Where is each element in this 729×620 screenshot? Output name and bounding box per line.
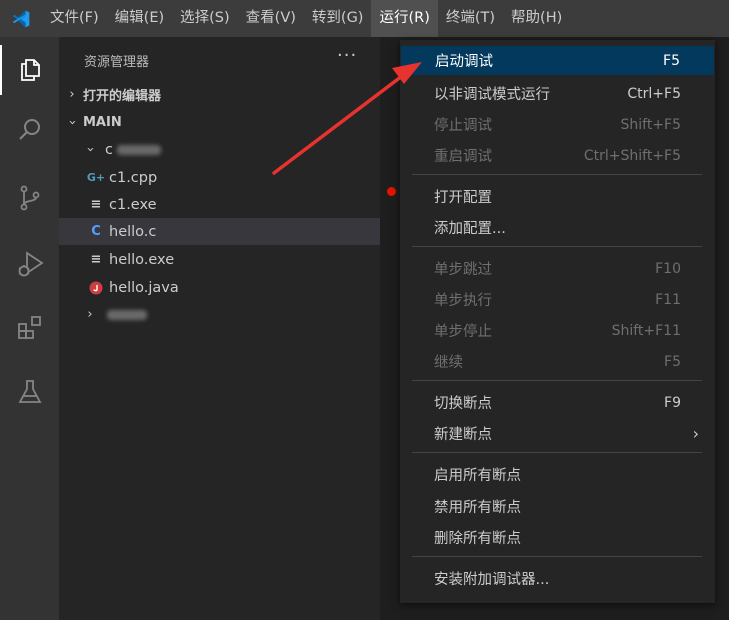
menu-view[interactable]: 查看(V) [238, 0, 304, 37]
menu-item-new-breakpoint[interactable]: 新建断点 › [400, 419, 715, 448]
menu-selection[interactable]: 选择(S) [172, 0, 238, 37]
menu-run[interactable]: 运行(R) [371, 0, 438, 37]
file-name: hello.c [109, 223, 157, 240]
file-row-selected[interactable]: C hello.c [59, 218, 380, 245]
workspace-section[interactable]: › MAIN [59, 109, 380, 136]
menu-item-label: 禁用所有断点 [434, 500, 521, 516]
chevron-right-icon: › [69, 87, 75, 102]
sidebar-title: 资源管理器 [84, 55, 150, 70]
menu-separator [412, 380, 702, 381]
menu-item-add-config[interactable]: 添加配置... [400, 213, 715, 242]
file-row[interactable]: ≡ c1.exe [59, 191, 380, 218]
menu-terminal[interactable]: 终端(T) [438, 0, 503, 37]
shortcut-label: Ctrl+F5 [627, 85, 681, 102]
folder-label: c [105, 141, 113, 158]
chevron-right-icon: › [692, 424, 699, 443]
shortcut-label: Shift+F5 [620, 116, 681, 133]
menu-item-continue: 继续 F5 [400, 347, 715, 376]
menu-item-label: 添加配置... [434, 221, 506, 237]
redacted-text [107, 309, 147, 320]
more-actions-icon[interactable]: ··· [337, 45, 357, 66]
menu-item-disable-all-breakpoints[interactable]: 禁用所有断点 [400, 492, 715, 521]
menu-item-toggle-breakpoint[interactable]: 切换断点 F9 [400, 388, 715, 417]
file-name: c1.cpp [109, 169, 158, 186]
extensions-icon[interactable] [0, 303, 59, 353]
shortcut-label: F5 [663, 52, 680, 69]
c-file-icon: C [91, 224, 101, 239]
folder-row-collapsed[interactable]: › [59, 301, 380, 328]
file-row[interactable]: hello.java [59, 274, 380, 301]
source-control-icon[interactable] [0, 173, 59, 223]
testing-flask-icon[interactable] [0, 367, 59, 417]
menu-item-label: 单步执行 [434, 293, 492, 309]
chevron-down-icon: › [82, 146, 98, 153]
menu-item-step-into: 单步执行 F11 [400, 285, 715, 314]
open-editors-section[interactable]: › 打开的编辑器 [59, 81, 380, 108]
redacted-text [116, 144, 161, 155]
menu-separator [412, 452, 702, 453]
folder-row[interactable]: › c [59, 136, 380, 163]
menu-item-label: 重启调试 [434, 149, 492, 165]
menu-go[interactable]: 转到(G) [304, 0, 372, 37]
explorer-icon[interactable] [0, 45, 59, 95]
menu-item-label: 以非调试模式运行 [434, 87, 550, 103]
menu-item-label: 单步跳过 [434, 262, 492, 278]
file-name: hello.java [109, 279, 179, 296]
open-editors-label: 打开的编辑器 [83, 89, 162, 104]
menu-edit[interactable]: 编辑(E) [107, 0, 172, 37]
menu-item-restart-debugging: 重启调试 Ctrl+Shift+F5 [400, 141, 715, 170]
activity-bar [0, 37, 59, 620]
breakpoint-dot-icon[interactable] [387, 187, 396, 196]
menu-item-step-out: 单步停止 Shift+F11 [400, 316, 715, 345]
exe-file-icon: ≡ [90, 197, 102, 212]
shortcut-label: F9 [664, 394, 681, 411]
menu-help[interactable]: 帮助(H) [503, 0, 570, 37]
shortcut-label: F10 [655, 260, 681, 277]
menu-item-open-config[interactable]: 打开配置 [400, 182, 715, 211]
menu-file[interactable]: 文件(F) [42, 0, 107, 37]
cpp-file-icon: G+ [86, 171, 106, 184]
vscode-logo-icon [0, 0, 42, 37]
file-name: c1.exe [109, 196, 157, 213]
menu-item-label: 单步停止 [434, 324, 492, 340]
menu-bar: 文件(F) 编辑(E) 选择(S) 查看(V) 转到(G) 运行(R) 终端(T… [0, 0, 729, 37]
file-name: hello.exe [109, 251, 175, 268]
workspace-label: MAIN [83, 115, 122, 130]
shortcut-label: F5 [664, 353, 681, 370]
menu-item-stop-debugging: 停止调试 Shift+F5 [400, 110, 715, 139]
chevron-right-icon: › [87, 307, 93, 322]
run-debug-icon[interactable] [0, 239, 59, 289]
menu-item-label: 启用所有断点 [434, 468, 521, 484]
menu-item-label: 打开配置 [434, 190, 492, 206]
menu-item-label: 删除所有断点 [434, 531, 521, 547]
menu-item-label: 停止调试 [434, 118, 492, 134]
menu-item-run-without-debugging[interactable]: 以非调试模式运行 Ctrl+F5 [400, 79, 715, 108]
menu-item-label: 继续 [434, 355, 463, 371]
menu-item-label: 启动调试 [435, 54, 493, 70]
run-menu-dropdown: 启动调试 F5 以非调试模式运行 Ctrl+F5 停止调试 Shift+F5 重… [400, 40, 715, 603]
shortcut-label: F11 [655, 291, 681, 308]
shortcut-label: Shift+F11 [611, 322, 681, 339]
file-row[interactable]: G+ c1.cpp [59, 164, 380, 191]
menu-separator [412, 246, 702, 247]
menu-item-label: 新建断点 [434, 427, 492, 443]
menu-item-start-debugging[interactable]: 启动调试 F5 [401, 46, 714, 75]
menu-item-step-over: 单步跳过 F10 [400, 254, 715, 283]
menu-item-enable-all-breakpoints[interactable]: 启用所有断点 [400, 460, 715, 489]
menu-separator [412, 556, 702, 557]
shortcut-label: Ctrl+Shift+F5 [583, 147, 681, 164]
menu-item-install-debuggers[interactable]: 安装附加调试器... [400, 564, 715, 593]
menu-item-remove-all-breakpoints[interactable]: 删除所有断点 [400, 523, 715, 552]
search-icon[interactable] [0, 105, 59, 155]
exe-file-icon: ≡ [90, 252, 102, 267]
chevron-down-icon: › [64, 119, 80, 126]
menu-item-label: 安装附加调试器... [434, 572, 550, 588]
file-row[interactable]: ≡ hello.exe [59, 246, 380, 273]
menu-separator [412, 174, 702, 175]
menu-item-label: 切换断点 [434, 396, 492, 412]
explorer-sidebar: 资源管理器 ··· › 打开的编辑器 › MAIN › c G+ c1.cpp … [59, 37, 380, 620]
java-file-icon [87, 281, 105, 295]
